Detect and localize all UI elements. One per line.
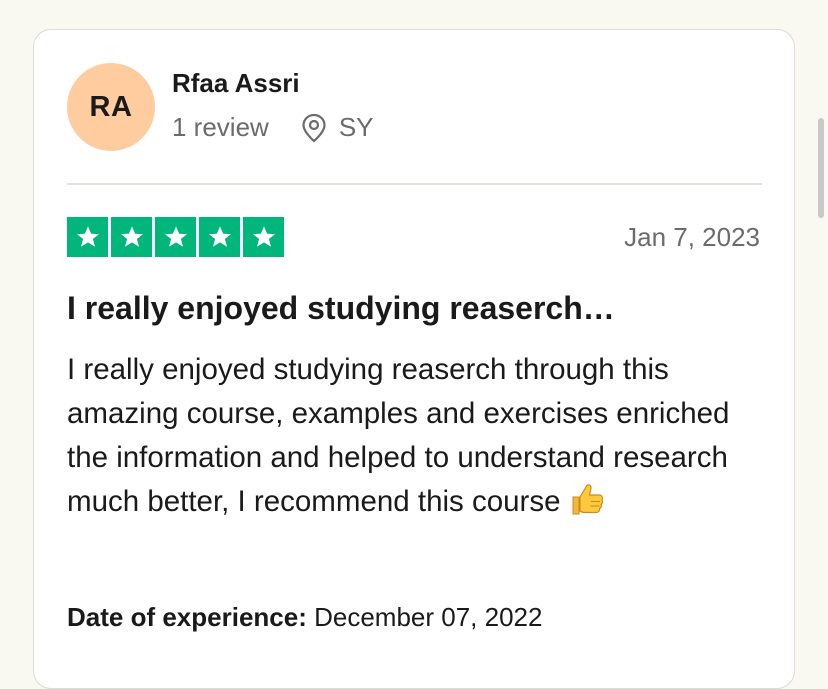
avatar[interactable]: RA <box>67 63 155 151</box>
date-of-experience: Date of experience: December 07, 2022 <box>67 602 542 633</box>
experience-label: Date of experience: <box>67 602 307 632</box>
experience-value: December 07, 2022 <box>314 602 543 632</box>
review-date: Jan 7, 2023 <box>624 222 760 252</box>
star-icon <box>243 217 284 257</box>
scrollbar[interactable] <box>818 118 824 218</box>
reviewer-country: SY <box>338 112 374 142</box>
review-title[interactable]: I really enjoyed studying reaserch… <box>67 290 615 327</box>
star-icon <box>155 217 196 257</box>
reviewer-name[interactable]: Rfaa Assri <box>172 68 300 99</box>
star-rating <box>67 217 284 257</box>
avatar-initials: RA <box>89 90 133 123</box>
thumbs-up-icon <box>569 481 605 530</box>
review-card: RA Rfaa Assri 1 review SY Jan 7, 2023 I … <box>33 29 795 689</box>
star-icon <box>199 217 240 257</box>
location-pin-icon <box>301 113 327 143</box>
star-icon <box>111 217 152 257</box>
review-body: I really enjoyed studying reaserch throu… <box>67 348 767 530</box>
review-count: 1 review <box>172 112 269 142</box>
reviewer-meta: 1 review SY <box>172 112 374 143</box>
review-body-text: I really enjoyed studying reaserch throu… <box>67 353 730 518</box>
divider <box>67 183 762 185</box>
star-icon <box>67 217 108 257</box>
